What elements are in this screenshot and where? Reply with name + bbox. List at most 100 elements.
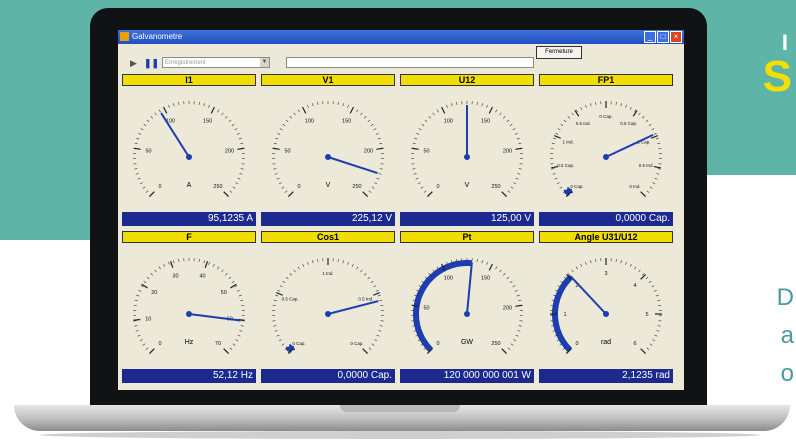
gauge-tick-label: 1 Ind. xyxy=(322,271,333,276)
gauge-panel: V1 0 50 100 150 200 250 V 225,12 V xyxy=(261,74,395,226)
gauge-minor-tick xyxy=(509,123,513,127)
gauge-major-tick xyxy=(272,147,280,150)
text-field[interactable] xyxy=(286,57,534,68)
title-bar: Galvanometre _ □ × xyxy=(118,30,684,44)
gauge-major-tick xyxy=(148,348,155,355)
gauge-minor-tick xyxy=(585,261,587,265)
gauge-minor-tick xyxy=(657,142,661,145)
gauge-minor-tick xyxy=(136,137,140,140)
gauge-minor-tick xyxy=(515,334,519,337)
gauge-minor-tick xyxy=(142,343,146,346)
gauge-minor-tick xyxy=(646,347,650,350)
gauge-minor-tick xyxy=(273,168,277,170)
gauge-tick-label: 50 xyxy=(423,306,429,312)
close-icon[interactable]: × xyxy=(670,31,682,43)
gauge-major-tick xyxy=(133,318,141,321)
gauge-minor-tick xyxy=(367,276,371,280)
gauge-minor-tick xyxy=(274,330,278,332)
gauge-minor-tick xyxy=(563,119,567,123)
gauge-minor-tick xyxy=(276,177,280,180)
gauge-panel: I1 0 50 100 150 200 250 A 95,1235 A xyxy=(122,74,256,226)
gauge-minor-tick xyxy=(412,142,416,145)
gauge-value: 52,12 Hz xyxy=(122,369,256,383)
gauge-minor-tick xyxy=(337,101,339,105)
gauge-minor-tick xyxy=(476,258,478,262)
gauge-minor-tick xyxy=(379,168,383,170)
recording-combo[interactable]: Enregistrement ▼ xyxy=(162,57,270,68)
gauge-minor-tick xyxy=(273,325,277,327)
gauge-svg: 0 50 100 150 200 250 GW xyxy=(411,258,523,355)
gauge-unit: V xyxy=(326,182,331,189)
gauge-minor-tick xyxy=(517,330,521,332)
gauge-minor-tick xyxy=(236,289,240,292)
gauge-minor-tick xyxy=(432,112,435,116)
gauge-major-tick xyxy=(302,106,307,114)
gauge-title: Angle U31/U12 xyxy=(539,231,673,243)
gauge-minor-tick xyxy=(514,132,518,135)
gauge-major-tick xyxy=(237,147,245,150)
gauge-minor-tick xyxy=(217,266,220,270)
gauge-minor-tick xyxy=(446,104,448,108)
gauge-minor-tick xyxy=(307,261,309,265)
gauge-minor-tick xyxy=(347,104,349,108)
gauge-minor-tick xyxy=(237,334,241,337)
gauge-tick-label: 30 xyxy=(172,273,178,279)
gauge-tick-label: 0 xyxy=(436,184,439,190)
gauge-major-tick xyxy=(640,348,647,355)
maximize-icon[interactable]: □ xyxy=(657,31,669,43)
gauge-minor-tick xyxy=(615,258,617,262)
gauge-hub xyxy=(186,154,192,160)
gauge-minor-tick xyxy=(486,261,488,265)
gauge-minor-tick xyxy=(375,289,379,292)
gauge-minor-tick xyxy=(638,269,641,273)
gauge-minor-tick xyxy=(302,263,305,267)
window-controls: _ □ × xyxy=(644,31,682,43)
gauge-minor-tick xyxy=(571,112,574,116)
gauge-minor-tick xyxy=(371,343,375,346)
gauge-minor-tick xyxy=(416,132,420,135)
gauge-hub xyxy=(603,311,609,317)
cropped-body-text: a xyxy=(780,322,794,349)
gauge-minor-tick xyxy=(293,112,296,116)
gauge-minor-tick xyxy=(575,266,578,270)
gauge-tick-label: 0 Cap. xyxy=(570,184,583,189)
gauge-tick-label: 10 xyxy=(145,317,151,323)
gauge-minor-tick xyxy=(360,112,363,116)
gauge-minor-tick xyxy=(312,260,314,264)
gauge-minor-tick xyxy=(379,142,383,145)
gauge-svg: 0 Cap. 0.5 Cap. 1 Ind. 0.5 Ind. 0 Cap. 0.5 Ca… xyxy=(550,101,662,198)
gauge-minor-tick xyxy=(509,280,513,284)
gauge-minor-tick xyxy=(590,103,592,107)
gauge-needle xyxy=(160,112,190,158)
chevron-down-icon[interactable]: ▼ xyxy=(260,58,269,67)
cropped-body-text: D xyxy=(776,284,794,311)
gauge-minor-tick xyxy=(356,266,359,270)
play-icon[interactable]: ▶ xyxy=(130,58,137,69)
gauge-minor-tick xyxy=(238,137,242,140)
gauge-minor-tick xyxy=(229,190,233,193)
gauge-minor-tick xyxy=(513,339,517,342)
close-button[interactable]: Fermeture xyxy=(536,46,582,59)
gauge-minor-tick xyxy=(198,258,200,262)
gauge-major-tick xyxy=(163,106,168,114)
gauge-title: Cos1 xyxy=(261,231,395,243)
gauge-minor-tick xyxy=(279,128,283,131)
gauge-minor-tick xyxy=(412,168,416,170)
gauge-tick-label: 0 Cap. xyxy=(350,341,363,346)
gauge-minor-tick xyxy=(418,128,422,131)
pause-icon[interactable]: ❚❚ xyxy=(144,58,159,69)
minimize-icon[interactable]: _ xyxy=(644,31,656,43)
gauge-minor-tick xyxy=(158,266,161,270)
gauge-tick-label: 0.5 Cap. xyxy=(620,121,637,126)
gauge-minor-tick xyxy=(289,272,292,276)
gauge-minor-tick xyxy=(551,168,555,170)
gauge-minor-tick xyxy=(486,104,488,108)
gauge-minor-tick xyxy=(414,137,418,140)
gauge-tick-label: 150 xyxy=(481,118,490,124)
gauge-minor-tick xyxy=(428,115,431,119)
gauge-needle xyxy=(327,156,378,175)
gauge-minor-tick xyxy=(377,137,381,140)
gauge-minor-tick xyxy=(379,325,383,327)
gauge-tick-label: 3 xyxy=(604,271,607,277)
gauge-major-tick xyxy=(441,106,446,114)
